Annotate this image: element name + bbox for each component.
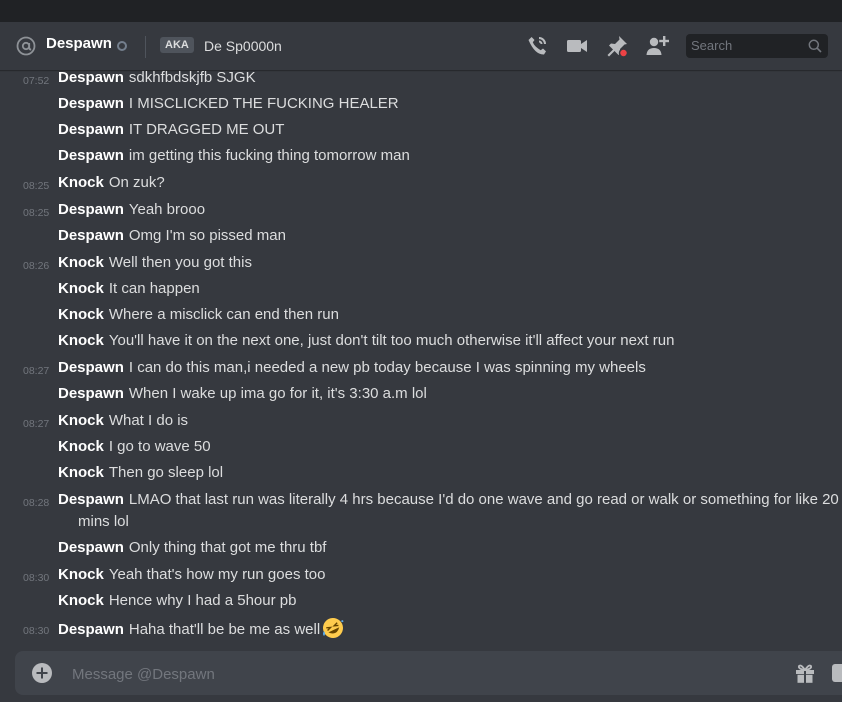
message-text: You'll have it on the next one, just don…	[108, 332, 675, 349]
message-timestamp: 08:25	[23, 180, 50, 192]
message-author[interactable]: Despawn	[58, 95, 124, 112]
message-text: sdkhfbdskjfb SJGK	[128, 70, 256, 86]
message-text: Yeah that's how my run goes too	[108, 566, 326, 583]
message-text: Omg I'm so pissed man	[128, 227, 286, 244]
header-divider	[145, 36, 146, 58]
message-author[interactable]: Despawn	[58, 491, 124, 508]
dm-header: Despawn AKA De Sp0000n Search	[0, 22, 842, 70]
window-titlebar	[0, 0, 842, 22]
pinned-messages-icon[interactable]	[605, 34, 629, 58]
message-text: Yeah brooo	[128, 201, 206, 218]
gift-icon[interactable]	[793, 661, 817, 685]
voice-call-icon[interactable]	[525, 34, 549, 58]
message-author[interactable]: Knock	[58, 412, 104, 429]
message-timestamp: 08:25	[23, 207, 50, 219]
message-text: What I do is	[108, 412, 189, 429]
rofl-emoji-icon	[323, 618, 344, 638]
message-timestamp: 08:28	[23, 497, 50, 509]
message-text: Haha that'll be be me as well	[128, 621, 321, 638]
message-author[interactable]: Despawn	[58, 201, 124, 218]
message: 08:28 Despawn LMAO that last run was lite…	[0, 489, 842, 533]
search-bar[interactable]: Search	[686, 34, 828, 58]
search-placeholder: Search	[691, 38, 733, 53]
message-author[interactable]: Knock	[58, 464, 104, 481]
message-text: Where a misclick can end then run	[108, 306, 339, 323]
status-offline-indicator	[117, 41, 127, 51]
search-icon	[808, 39, 822, 53]
message-text: im getting this fucking thing tomorrow m…	[128, 147, 410, 164]
message-author[interactable]: Despawn	[58, 385, 124, 402]
message-timestamp: 08:26	[23, 260, 50, 272]
message-author[interactable]: Despawn	[58, 539, 124, 556]
message-text: I can do this man,i needed a new pb toda…	[128, 359, 646, 376]
at-icon	[16, 36, 36, 56]
message-author[interactable]: Knock	[58, 174, 104, 191]
message-author[interactable]: Despawn	[58, 147, 124, 164]
message-text: Hence why I had a 5hour pb	[108, 592, 297, 609]
gif-picker-icon[interactable]	[831, 663, 842, 683]
message-input[interactable]	[70, 651, 774, 697]
message-timestamp: 07:52	[23, 75, 50, 87]
message-author[interactable]: Knock	[58, 254, 104, 271]
message-text: Then go sleep lol	[108, 464, 224, 481]
message-author[interactable]: Knock	[58, 438, 104, 455]
message-timestamp: 08:27	[23, 418, 50, 430]
message-text: Well then you got this	[108, 254, 252, 271]
message-author[interactable]: Knock	[58, 566, 104, 583]
message-author[interactable]: Despawn	[58, 621, 124, 638]
message-text: IT DRAGGED ME OUT	[128, 121, 285, 138]
message-text: When I wake up ima go for it, it's 3:30 …	[128, 385, 427, 402]
message-text: LMAO that last run was literally 4 hrs b…	[128, 491, 839, 508]
message-author[interactable]: Knock	[58, 332, 104, 349]
message-composer	[15, 651, 842, 697]
message-text: On zuk?	[108, 174, 165, 191]
message-text-continued: mins lol	[78, 513, 129, 530]
dm-recipient-name: Despawn	[46, 35, 112, 52]
aka-nickname: De Sp0000n	[204, 38, 282, 54]
message-author[interactable]: Despawn	[58, 70, 124, 86]
message-author[interactable]: Despawn	[58, 359, 124, 376]
message-author[interactable]: Knock	[58, 306, 104, 323]
message-text: Only thing that got me thru tbf	[128, 539, 327, 556]
message-author[interactable]: Knock	[58, 592, 104, 609]
message-text: I MISCLICKED THE FUCKING HEALER	[128, 95, 399, 112]
message-text: I go to wave 50	[108, 438, 211, 455]
add-friends-to-dm-icon[interactable]	[645, 34, 669, 58]
message-timestamp: 08:30	[23, 572, 50, 584]
aka-badge: AKA	[160, 37, 194, 53]
message-timestamp: 08:27	[23, 365, 50, 377]
upload-plus-icon[interactable]	[31, 662, 53, 684]
message-author[interactable]: Despawn	[58, 227, 124, 244]
message-timestamp: 08:30	[23, 625, 50, 637]
video-call-icon[interactable]	[565, 34, 589, 58]
message-author[interactable]: Despawn	[58, 121, 124, 138]
message-author[interactable]: Knock	[58, 280, 104, 297]
message-list: 07:52 Despawn sdkhfbdskjfb SJGK Despawn I …	[0, 70, 842, 650]
message-text: It can happen	[108, 280, 200, 297]
